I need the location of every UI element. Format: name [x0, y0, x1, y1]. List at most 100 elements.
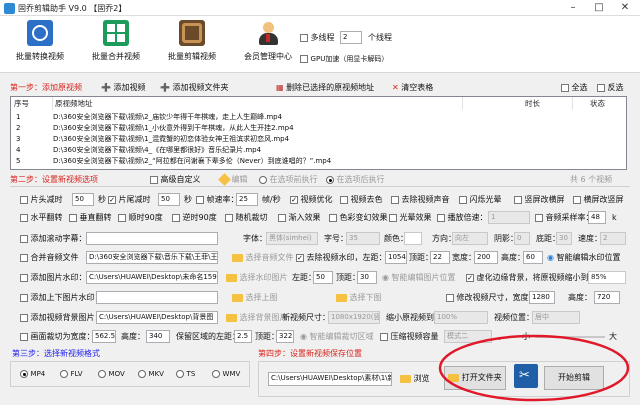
- table-row[interactable]: 3 D:\360安全浏览器下载\视频\1_混霓蟹的初恋体验女神王祖滨求初恋风.mp…: [11, 134, 626, 145]
- batch-merge-button[interactable]: 批量合并视频: [84, 20, 148, 70]
- table-row[interactable]: 2 D:\360安全浏览器下载\视频\1_小伙意外得到干年棋魂，从此人生开挂2.m…: [11, 123, 626, 134]
- wm-top-input[interactable]: 22: [430, 251, 450, 264]
- audio-path-input[interactable]: D:\360安全浏览器下载\音乐下载\王菲\王菲: [86, 251, 218, 264]
- scroll-sub-input[interactable]: [86, 232, 218, 245]
- tail-cut-input[interactable]: 50: [158, 193, 180, 206]
- select-bg-button[interactable]: 选择背景图片: [226, 312, 288, 324]
- keep-top-input[interactable]: 322: [276, 330, 294, 343]
- smart-watermark-button[interactable]: ◉ 智能编辑水印位置: [547, 252, 621, 264]
- edit-button[interactable]: 编辑: [218, 173, 248, 186]
- speed-checkbox[interactable]: 播放倍速：: [437, 212, 488, 224]
- image-path-input[interactable]: C:\Users\HUAWEI\Desktop\未命名159470: [86, 271, 218, 284]
- advanced-checkbox[interactable]: 高级自定义: [150, 174, 201, 186]
- smart-image-position-button[interactable]: ◉ 智能编辑图片位置: [382, 272, 456, 284]
- bottom-input[interactable]: 30: [556, 232, 572, 245]
- fps-checkbox[interactable]: 帧速率：: [196, 194, 239, 206]
- thread-count-input[interactable]: 2: [340, 31, 362, 44]
- batch-edit-button[interactable]: 批量剪辑视频: [160, 20, 224, 70]
- table-row[interactable]: 1 D:\360安全浏览器下载\视频\2_庙钦少年得干年棋魂，走上人生巅峰.mp4: [11, 112, 626, 123]
- remove-audio-checkbox[interactable]: 去除视频声音: [391, 194, 450, 206]
- select-bottom-image-button[interactable]: 选择下图: [336, 292, 382, 304]
- select-wm-image-button[interactable]: 选择水印图片: [226, 272, 288, 284]
- multithread-checkbox[interactable]: 多线程: [300, 32, 335, 44]
- mode-after-radio[interactable]: 在选项后执行: [326, 174, 385, 186]
- sample-rate-input[interactable]: 48: [588, 211, 606, 224]
- format-radio-wmv[interactable]: WMV: [212, 368, 240, 380]
- select-all-button[interactable]: 全选: [561, 82, 588, 94]
- batch-convert-button[interactable]: 批量转换视频: [8, 20, 72, 70]
- format-radio-mkv[interactable]: MKV: [138, 368, 164, 380]
- column-header[interactable]: 原视频地址: [53, 97, 463, 110]
- resize-checkbox[interactable]: 修改视频尺寸，宽度：: [446, 292, 537, 304]
- column-header[interactable]: 时长: [463, 97, 573, 110]
- wm-left-input[interactable]: 1054: [385, 251, 407, 264]
- tail-cut-checkbox[interactable]: 片尾减时: [108, 194, 151, 206]
- head-cut-checkbox[interactable]: 片头减时: [20, 194, 63, 206]
- optimize-checkbox[interactable]: 视频优化: [290, 194, 333, 206]
- member-center-button[interactable]: 会员管理中心: [236, 20, 300, 70]
- vflip-checkbox[interactable]: 垂直翻转: [69, 212, 112, 224]
- format-radio-ts[interactable]: TS: [176, 368, 195, 380]
- blur-scale-select[interactable]: 85%: [588, 271, 626, 284]
- keep-left-input[interactable]: 2.5: [234, 330, 252, 343]
- ccw90-checkbox[interactable]: 逆时90度: [172, 212, 217, 224]
- shrink-select[interactable]: 100%: [434, 311, 488, 324]
- resize-height-input[interactable]: 720: [594, 291, 620, 304]
- maximize-icon[interactable]: □: [586, 0, 612, 16]
- color-picker[interactable]: [404, 232, 422, 245]
- merge-audio-checkbox[interactable]: 合并音频文件: [20, 252, 79, 264]
- column-header[interactable]: 状态: [573, 97, 626, 110]
- size-select[interactable]: 35: [346, 232, 380, 245]
- close-icon[interactable]: ✕: [612, 0, 638, 16]
- image-watermark-checkbox[interactable]: 添加图片水印：: [20, 272, 87, 284]
- vert-to-horiz-checkbox[interactable]: 竖屏改横屏: [514, 194, 565, 206]
- format-radio-mp4[interactable]: MP4: [20, 368, 45, 380]
- table-row[interactable]: 4 D:\360安全浏览器下载\视频\4_《在哪里都很好》音乐纪录片.mp4: [11, 145, 626, 156]
- compress-checkbox[interactable]: 压缩视频容量: [380, 331, 439, 343]
- format-radio-mov[interactable]: MOV: [98, 368, 125, 380]
- decolor-checkbox[interactable]: 视频去色: [340, 194, 383, 206]
- remove-watermark-checkbox[interactable]: 去除视频水印，左距：: [296, 252, 387, 264]
- fps-input[interactable]: 25: [236, 193, 258, 206]
- invert-selection-button[interactable]: 反选: [597, 82, 624, 94]
- add-folder-button[interactable]: ➕ 添加视频文件夹: [160, 82, 229, 94]
- browse-button[interactable]: 浏览: [400, 373, 430, 385]
- font-select[interactable]: 黑体(simhei): [266, 232, 318, 245]
- shadow-input[interactable]: 0: [514, 232, 530, 245]
- column-header[interactable]: 序号: [11, 97, 53, 110]
- select-audio-button[interactable]: 选择音频文件: [232, 252, 294, 264]
- scroll-sub-checkbox[interactable]: 添加滚动字幕：: [20, 233, 87, 245]
- color-change-checkbox[interactable]: 色彩变幻效果: [329, 212, 388, 224]
- smart-crop-button[interactable]: ◉ 智能编辑裁切区域: [300, 331, 374, 343]
- cw90-checkbox[interactable]: 顺时90度: [118, 212, 163, 224]
- wm-width-input[interactable]: 200: [474, 251, 498, 264]
- random-crop-checkbox[interactable]: 随机裁切: [225, 212, 268, 224]
- video-table[interactable]: 序号 原视频地址 时长 状态 1 D:\360安全浏览器下载\视频\2_庙钦少年得…: [10, 96, 627, 170]
- sample-rate-checkbox[interactable]: 音频采样率：: [535, 212, 594, 224]
- position-select[interactable]: 居中: [532, 311, 580, 324]
- bg-path-input[interactable]: C:\Users\HUAWEI\Desktop\背景图: [96, 311, 218, 324]
- table-row[interactable]: 5 D:\360安全浏览器下载\视频\2_“阿拉都在问谢襄下辈多伦（Never）到…: [11, 156, 626, 167]
- save-path-input[interactable]: C:\Users\HUAWEI\Desktop\素材\1\新: [268, 372, 392, 386]
- head-tail-image-checkbox[interactable]: 添加上下图片水印：: [20, 292, 103, 304]
- img-left-input[interactable]: 50: [313, 271, 333, 284]
- speed-select[interactable]: 1: [488, 211, 530, 224]
- hflip-checkbox[interactable]: 水平翻转: [20, 212, 63, 224]
- select-top-image-button[interactable]: 选择上图: [232, 292, 278, 304]
- add-video-button[interactable]: ➕ 添加视频: [101, 82, 146, 94]
- img-top-input[interactable]: 30: [357, 271, 377, 284]
- gpu-checkbox[interactable]: GPU加速（用显卡解码）: [300, 53, 388, 65]
- resize-width-input[interactable]: 1280: [529, 291, 555, 304]
- direction-select[interactable]: 向左: [452, 232, 488, 245]
- head-cut-input[interactable]: 50: [72, 193, 94, 206]
- minimize-icon[interactable]: –: [560, 0, 586, 16]
- crop-width-input[interactable]: 562.5: [92, 330, 116, 343]
- video-bg-checkbox[interactable]: 添加视频背景图片：: [20, 312, 103, 324]
- crop-height-input[interactable]: 340: [146, 330, 170, 343]
- clear-table-button[interactable]: ✕ 清空表格: [392, 82, 433, 94]
- wm-height-input[interactable]: 60: [523, 251, 543, 264]
- head-tail-image-input[interactable]: [96, 291, 218, 304]
- flash-checkbox[interactable]: 闪烁光晕: [459, 194, 502, 206]
- crop-checkbox[interactable]: 画面裁切为宽度：: [20, 331, 95, 343]
- blur-bg-checkbox[interactable]: 虚化边缘背景，将原视频缩小到：: [466, 272, 597, 284]
